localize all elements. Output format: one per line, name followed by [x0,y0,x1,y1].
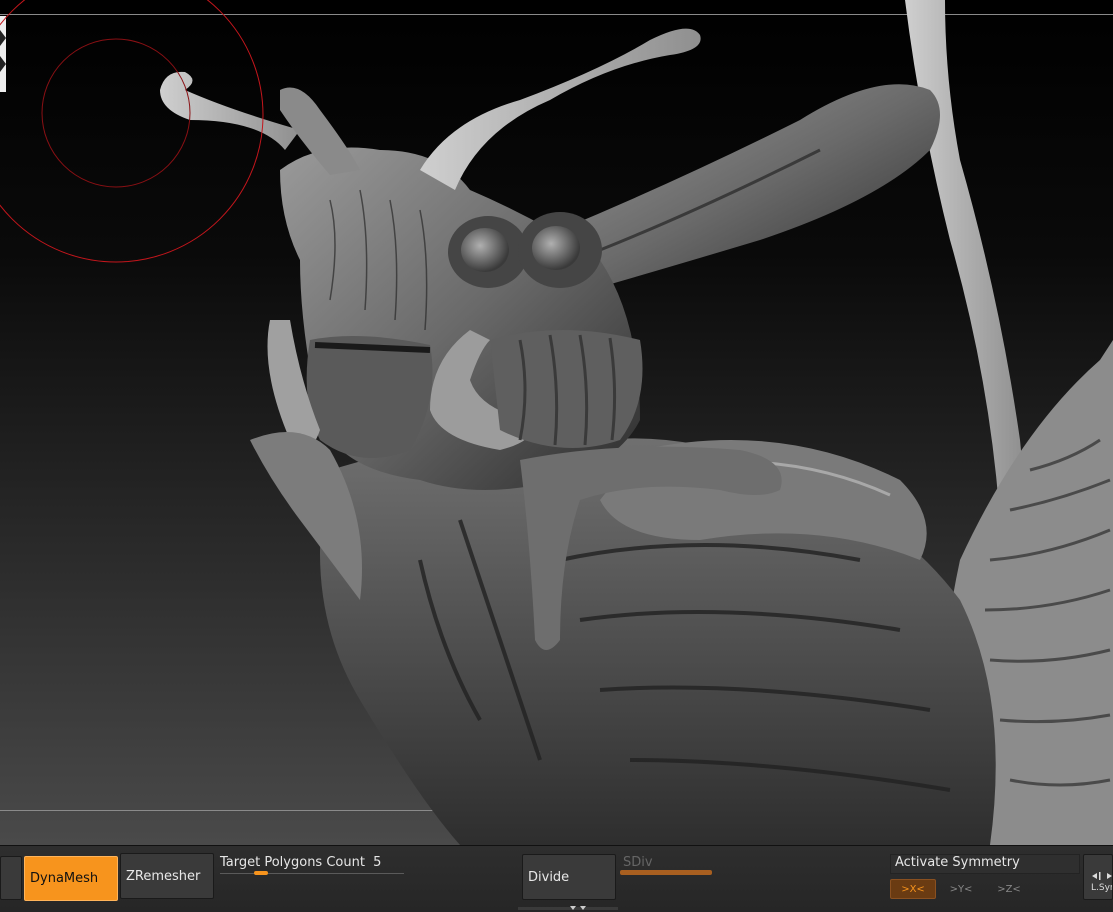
target-polygons-value: 5 [373,855,382,870]
sdiv-bar [620,870,712,875]
zremesher-button[interactable]: ZRemesher [120,853,214,899]
local-symmetry-button[interactable]: L.Sym [1083,854,1113,900]
brush-cursor [0,0,264,263]
dynamesh-button[interactable]: DynaMesh [24,856,118,901]
divide-button[interactable]: Divide [522,854,616,900]
local-symmetry-icon [1092,872,1112,880]
3d-viewport[interactable] [0,0,1113,845]
target-polygons-knob[interactable] [254,871,268,875]
symmetry-z-toggle[interactable]: >Z< [986,879,1032,899]
partial-left-button[interactable] [0,856,22,900]
symmetry-y-toggle[interactable]: >Y< [938,879,984,899]
target-polygons-label: Target Polygons Count 5 [220,855,382,870]
activate-symmetry-label: Activate Symmetry [895,855,1020,870]
divide-label: Divide [528,869,570,885]
sdiv-label: SDiv [623,855,653,870]
dynamesh-label: DynaMesh [30,871,99,886]
target-polygons-track [220,873,404,874]
bottom-toolbar: DynaMesh ZRemesher Target Polygons Count… [0,845,1113,912]
symmetry-x-toggle[interactable]: >X< [890,879,936,899]
local-symmetry-label: L.Sym [1091,883,1112,893]
activate-symmetry-button[interactable]: Activate Symmetry [890,854,1080,874]
zremesher-label: ZRemesher [126,868,201,884]
